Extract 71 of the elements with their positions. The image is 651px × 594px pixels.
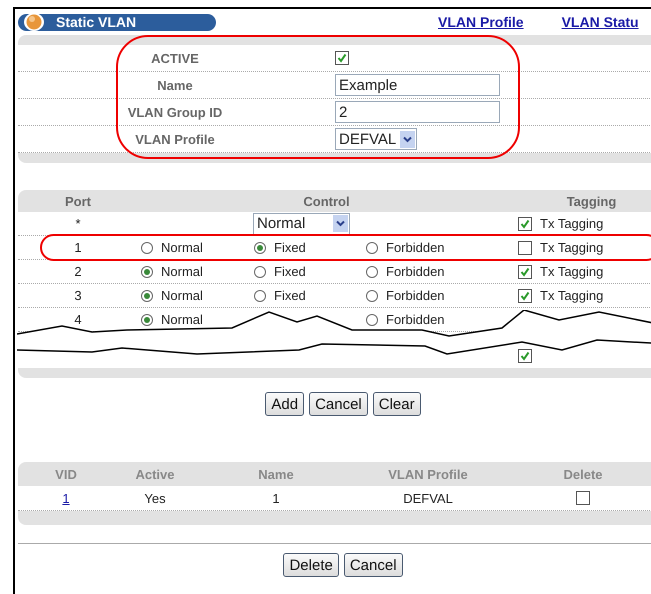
radio-button[interactable] [141,242,153,254]
checkbox-label: Tx Tagging [540,288,604,303]
column-header: Delete [562,466,604,482]
radio-button[interactable] [366,242,378,254]
option-label: Forbidden [386,240,445,255]
dropdown-value: DEFVAL [339,130,396,148]
checkbox[interactable] [335,51,349,65]
column-header: VLAN Profile [387,466,469,482]
radio-button[interactable] [141,290,153,302]
checkbox-label: Tx Tagging [540,264,604,279]
nav-link[interactable]: VLAN Statu [562,14,639,30]
checkbox-label: Tx Tagging [540,240,604,255]
column-header: Name [257,466,295,482]
form-button[interactable]: Add [265,392,304,416]
port-number: 2 [73,264,83,279]
form-button[interactable]: Cancel [309,392,368,416]
input-field[interactable]: Example [335,74,500,96]
radio-button[interactable] [366,314,378,326]
field-label: VLAN Profile [134,132,216,146]
option-label: Forbidden [386,312,445,327]
dropdown-value: Normal [257,215,306,232]
option-label: Normal [161,312,203,327]
field-label: ACTIVE [150,50,200,66]
field-label: Name [156,78,194,92]
radio-button[interactable] [366,266,378,278]
input-field[interactable]: 2 [335,101,500,123]
caret-icon [400,130,416,148]
option-label: Fixed [274,288,306,303]
option-label: Normal [161,288,203,303]
table-cell-text: DEFVAL [402,490,454,506]
port-number: 4 [73,312,83,327]
port-number: 3 [73,288,83,303]
radio-button[interactable] [254,242,266,254]
option-label: Forbidden [386,288,445,303]
port-number: 1 [73,240,83,255]
column-header: Port [64,194,92,208]
table-cell-text: 1 [271,490,281,506]
page-title: Static VLAN [56,14,136,30]
column-header: Control [302,194,351,208]
checkbox[interactable] [518,240,532,254]
checkbox[interactable] [518,349,532,363]
form-button[interactable]: Clear [372,392,421,416]
radio-button[interactable] [141,266,153,278]
port-number: * [74,216,82,231]
radio-button[interactable] [254,266,266,278]
column-header: VID [54,466,78,482]
control-dropdown[interactable]: Normal [253,212,350,234]
checkbox[interactable] [576,491,590,505]
profile-dropdown[interactable]: DEFVAL [335,128,418,150]
option-label: Forbidden [386,264,445,279]
checkbox-label: Tx Tagging [540,216,604,231]
column-header: Tagging [566,194,618,208]
orb-icon [24,12,44,32]
radio-button[interactable] [141,314,153,326]
column-header: Active [134,466,176,482]
checkbox[interactable] [518,288,532,302]
table-cell-text: Yes [143,490,167,506]
option-label: Normal [161,264,203,279]
form-button[interactable]: Delete [283,553,339,577]
option-label: Normal [161,240,203,255]
checkbox[interactable] [518,264,532,278]
radio-button[interactable] [254,290,266,302]
form-button[interactable]: Cancel [344,553,403,577]
option-label: Fixed [274,264,306,279]
nav-link[interactable]: VLAN Profile [438,14,524,30]
radio-button[interactable] [366,290,378,302]
caret-icon [333,215,348,232]
field-label: VLAN Group ID [126,104,224,120]
checkbox[interactable] [518,216,532,230]
option-label: Fixed [274,240,306,255]
vid-link[interactable]: 1 [62,490,70,506]
